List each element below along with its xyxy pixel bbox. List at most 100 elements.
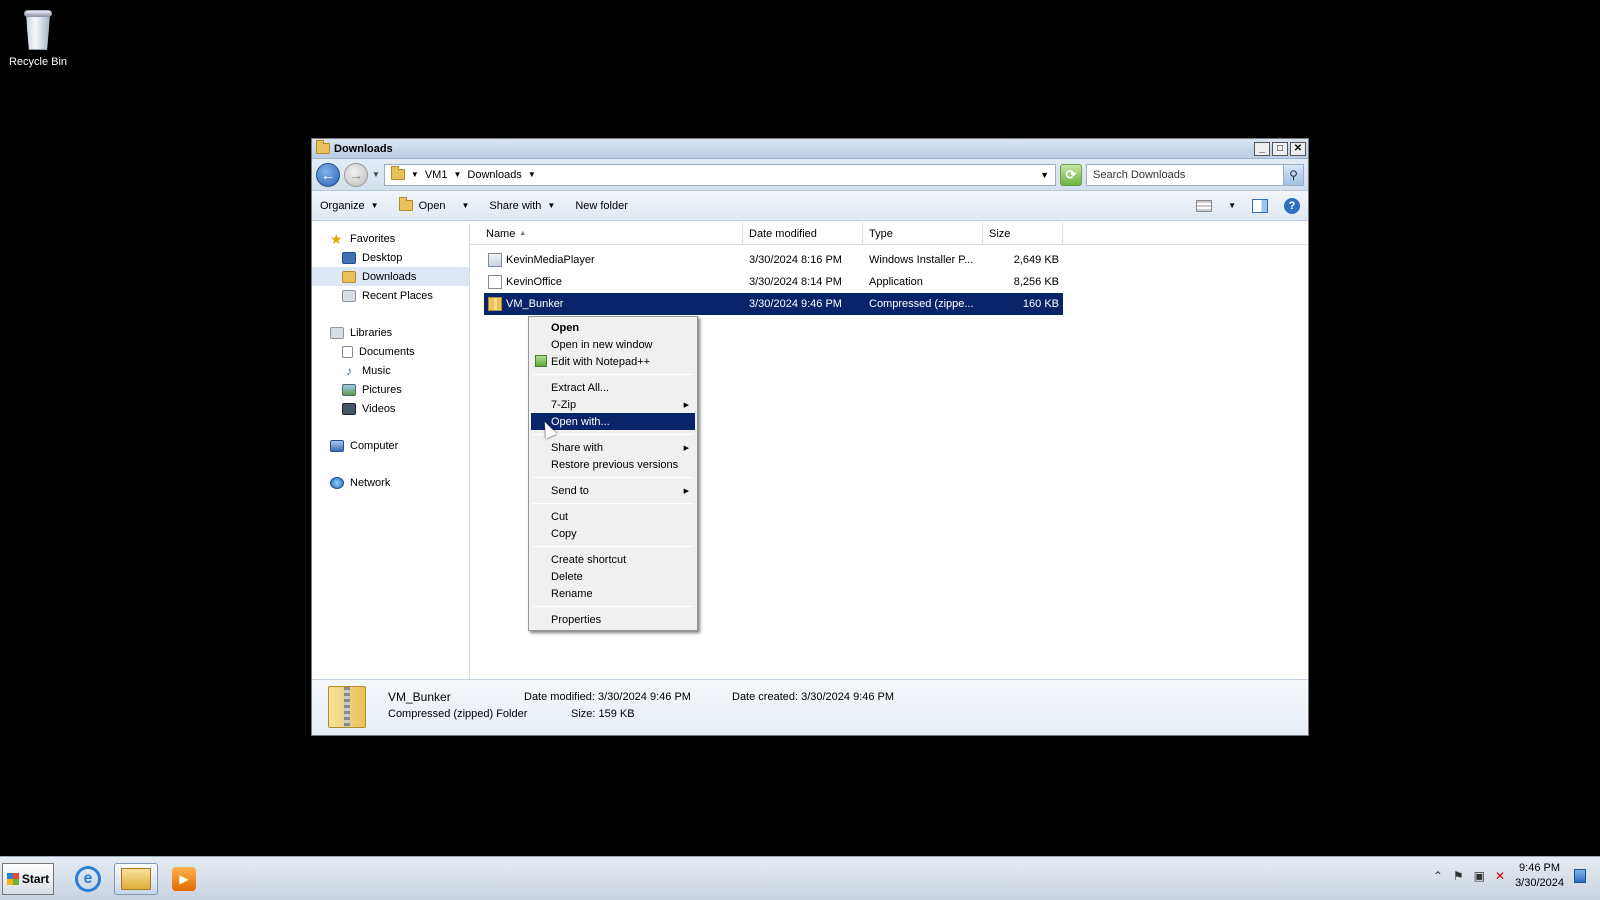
nav-videos[interactable]: Videos: [312, 399, 469, 418]
menu-item-open-with[interactable]: Open with...: [531, 413, 695, 430]
nav-libraries[interactable]: Libraries: [312, 323, 469, 342]
column-size[interactable]: Size: [983, 223, 1063, 244]
back-button[interactable]: ←: [316, 162, 340, 187]
show-hidden-icons-icon[interactable]: ⌃: [1433, 869, 1443, 883]
menu-item-edit-notepad[interactable]: Edit with Notepad++: [531, 353, 695, 370]
chevron-down-icon: ▼: [370, 201, 379, 210]
clock[interactable]: 9:46 PM 3/30/2024: [1515, 861, 1564, 891]
maximize-button[interactable]: □: [1272, 141, 1288, 156]
chevron-down-icon[interactable]: ▼: [1228, 201, 1236, 210]
start-button[interactable]: Start: [2, 863, 54, 895]
nav-documents[interactable]: Documents: [312, 342, 469, 361]
search-box[interactable]: Search Downloads ⚲: [1086, 163, 1304, 186]
close-button[interactable]: ✕: [1290, 141, 1306, 156]
chevron-down-icon[interactable]: ▼: [453, 170, 461, 179]
nav-recent-places[interactable]: Recent Places: [312, 286, 469, 305]
menu-separator: [533, 503, 693, 504]
recycle-bin-shortcut[interactable]: Recycle Bin: [6, 8, 70, 68]
file-type: Application: [869, 276, 923, 288]
volume-muted-icon[interactable]: ✕: [1495, 869, 1505, 883]
open-button[interactable]: Open ▼: [398, 197, 469, 212]
nav-label: Network: [350, 476, 391, 489]
column-date-modified[interactable]: Date modified: [743, 223, 863, 244]
computer-icon: [330, 439, 344, 452]
menu-item-rename[interactable]: Rename: [531, 585, 695, 602]
network-tray-icon[interactable]: ▣: [1474, 869, 1485, 883]
nav-label: Recent Places: [362, 289, 433, 302]
menu-separator: [533, 606, 693, 607]
breadcrumb-vm1[interactable]: VM1: [425, 169, 448, 181]
file-row[interactable]: KevinOffice 3/30/2024 8:14 PM Applicatio…: [484, 271, 1063, 293]
nav-label: Downloads: [362, 270, 417, 283]
nav-label: Documents: [359, 345, 415, 358]
organize-button[interactable]: Organize ▼: [320, 200, 379, 212]
taskbar-media-player[interactable]: ▶: [162, 863, 206, 895]
network-icon: [330, 476, 344, 489]
menu-item-delete[interactable]: Delete: [531, 568, 695, 585]
back-arrow-icon: ←: [321, 166, 335, 183]
menu-item-label: 7-Zip: [551, 398, 577, 411]
nav-label: Music: [362, 364, 391, 377]
search-icon[interactable]: ⚲: [1283, 164, 1303, 185]
new-folder-button[interactable]: New folder: [575, 200, 628, 212]
nav-downloads[interactable]: Downloads: [312, 267, 469, 286]
chevron-down-icon[interactable]: ▼: [461, 201, 469, 210]
column-name[interactable]: Name ▲: [470, 223, 743, 244]
nav-favorites[interactable]: ★ Favorites: [312, 229, 469, 248]
desktop-icon: [342, 251, 356, 264]
change-view-icon[interactable]: [1196, 199, 1213, 212]
submenu-arrow-icon: ▶: [683, 401, 689, 409]
menu-item-create-shortcut[interactable]: Create shortcut: [531, 551, 695, 568]
refresh-button[interactable]: ⟳: [1060, 163, 1082, 186]
nav-computer[interactable]: Computer: [312, 436, 469, 455]
file-row[interactable]: KevinMediaPlayer 3/30/2024 8:16 PM Windo…: [484, 249, 1063, 271]
menu-item-copy[interactable]: Copy: [531, 525, 695, 542]
nav-network[interactable]: Network: [312, 473, 469, 492]
forward-button[interactable]: →: [344, 162, 368, 187]
nav-label: Libraries: [350, 326, 393, 339]
chevron-down-icon[interactable]: ▼: [411, 170, 419, 179]
nav-label: Videos: [362, 402, 396, 415]
videos-icon: [342, 402, 356, 415]
menu-item-cut[interactable]: Cut: [531, 508, 695, 525]
file-row-selected[interactable]: VM_Bunker 3/30/2024 9:46 PM Compressed (…: [484, 293, 1063, 315]
minimize-button[interactable]: _: [1254, 141, 1270, 156]
column-type[interactable]: Type: [863, 223, 983, 244]
nav-desktop[interactable]: Desktop: [312, 248, 469, 267]
menu-item-label: Share with: [551, 441, 603, 454]
taskbar-internet-explorer[interactable]: e: [66, 863, 110, 895]
menu-item-properties[interactable]: Properties: [531, 611, 695, 628]
menu-item-restore-previous[interactable]: Restore previous versions: [531, 456, 695, 473]
windows-explorer-icon: [121, 868, 151, 890]
menu-item-extract-all[interactable]: Extract All...: [531, 379, 695, 396]
title-bar[interactable]: Downloads _ □ ✕: [312, 139, 1308, 159]
nav-music[interactable]: ♪ Music: [312, 361, 469, 380]
share-with-button[interactable]: Share with ▼: [489, 200, 555, 212]
menu-item-share-with[interactable]: Share with ▶: [531, 439, 695, 456]
chevron-down-icon[interactable]: ▼: [528, 170, 536, 179]
folder-icon: [316, 140, 330, 154]
breadcrumb-downloads[interactable]: Downloads: [467, 169, 521, 181]
menu-item-open[interactable]: Open: [531, 319, 695, 336]
nav-pictures[interactable]: Pictures: [312, 380, 469, 399]
star-icon: ★: [330, 230, 343, 247]
help-icon[interactable]: ?: [1284, 197, 1300, 214]
file-date: 3/30/2024 9:46 PM: [749, 298, 842, 310]
menu-item-7zip[interactable]: 7-Zip ▶: [531, 396, 695, 413]
menu-item-send-to[interactable]: Send to ▶: [531, 482, 695, 499]
taskbar-windows-explorer[interactable]: [114, 863, 158, 895]
system-tray: ⌃ ⚑ ▣ ✕ 9:46 PM 3/30/2024: [1433, 861, 1586, 891]
menu-item-label: Send to: [551, 484, 589, 497]
submenu-arrow-icon: ▶: [683, 487, 689, 495]
breadcrumb[interactable]: ▼ VM1 ▼ Downloads ▼ ▼: [383, 163, 1056, 186]
show-desktop-button[interactable]: [1574, 869, 1586, 883]
internet-explorer-icon: e: [75, 866, 101, 892]
action-center-flag-icon[interactable]: ⚑: [1453, 869, 1464, 883]
documents-icon: [342, 345, 353, 358]
search-input[interactable]: Search Downloads: [1093, 169, 1185, 181]
recent-pages-dropdown-icon[interactable]: ▼: [372, 170, 380, 179]
address-history-dropdown-icon[interactable]: ▼: [1040, 170, 1049, 180]
preview-pane-icon[interactable]: [1252, 198, 1268, 213]
share-with-label: Share with: [489, 199, 542, 212]
menu-item-open-new-window[interactable]: Open in new window: [531, 336, 695, 353]
